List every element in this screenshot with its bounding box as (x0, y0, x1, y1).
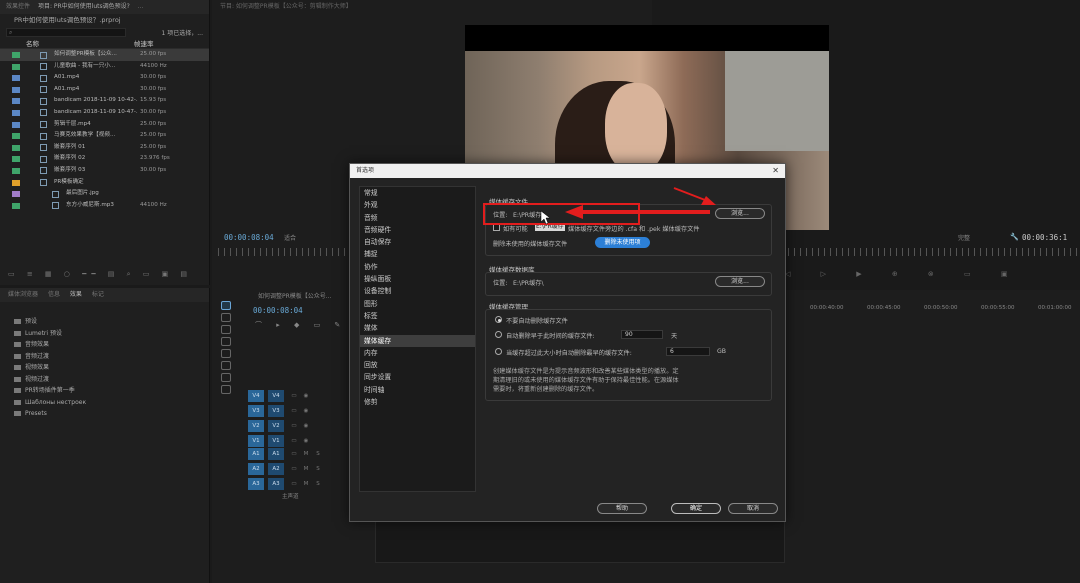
mouse-cursor-icon (540, 210, 551, 225)
annotation-arrow-browse (673, 187, 706, 201)
annotation-arrows (540, 187, 716, 225)
annotation-arrowhead-browse (701, 196, 716, 205)
annotation-arrowhead-left (565, 205, 583, 219)
